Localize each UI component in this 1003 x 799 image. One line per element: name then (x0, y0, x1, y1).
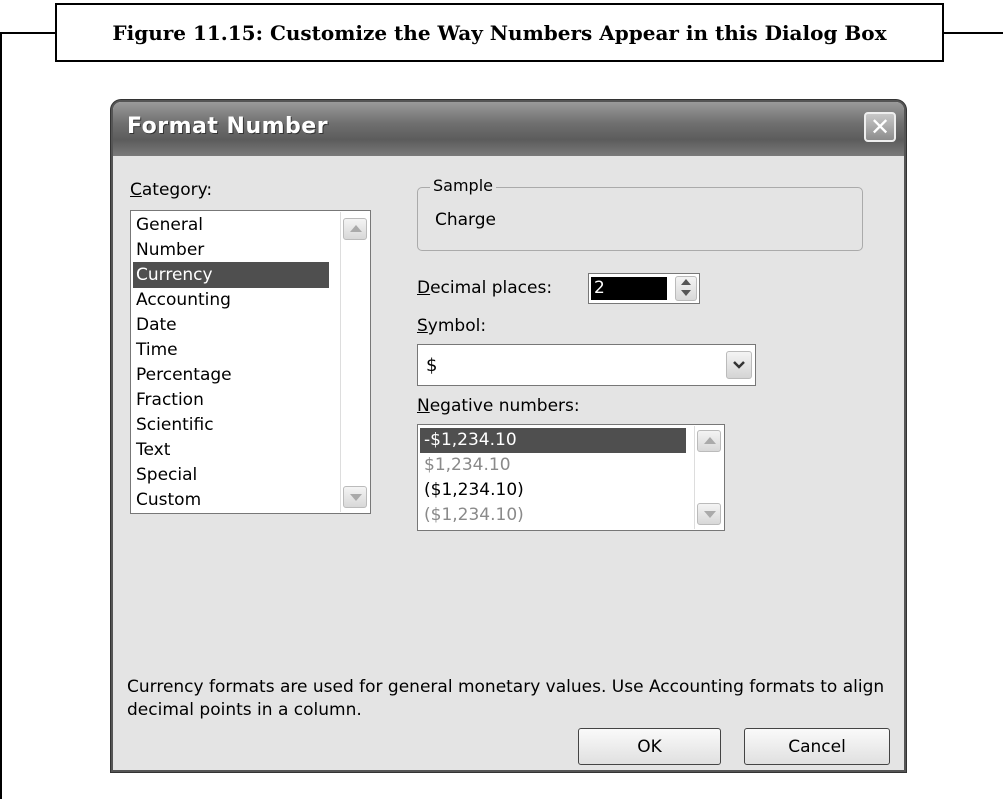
sample-group: Sample Charge (417, 176, 863, 251)
format-number-dialog: Format Number ✕ Category: General Number… (111, 100, 906, 772)
negative-numbers-list[interactable]: -$1,234.10 $1,234.10 ($1,234.10) ($1,234… (417, 424, 725, 531)
category-list[interactable]: General Number Currency Accounting Date … (130, 210, 371, 514)
arrow-down-icon (350, 494, 362, 501)
arrow-up-icon (704, 437, 716, 444)
category-item-scientific[interactable]: Scientific (133, 412, 329, 438)
sample-label: Sample (430, 176, 496, 195)
category-item-currency[interactable]: Currency (133, 262, 329, 288)
category-item-time[interactable]: Time (133, 337, 329, 363)
spin-down-icon[interactable] (681, 290, 691, 296)
negative-numbers-label: Negative numbers: (417, 396, 580, 416)
ok-button[interactable]: OK (578, 728, 721, 765)
category-scrollbar[interactable] (340, 212, 369, 512)
decimal-places-value[interactable]: 2 (591, 277, 667, 300)
scroll-up-button[interactable] (343, 218, 367, 240)
frame-left-line (0, 32, 56, 34)
dialog-title: Format Number (127, 114, 329, 139)
arrow-up-icon (350, 225, 362, 232)
category-item-number[interactable]: Number (133, 237, 329, 263)
decimal-places-label: Decimal places: (417, 278, 553, 298)
category-item-fraction[interactable]: Fraction (133, 387, 329, 413)
category-item-date[interactable]: Date (133, 312, 329, 338)
close-button[interactable]: ✕ (864, 112, 896, 142)
format-description: Currency formats are used for general mo… (127, 677, 885, 720)
category-item-percentage[interactable]: Percentage (133, 362, 329, 388)
category-item-special[interactable]: Special (133, 462, 329, 488)
category-item-accounting[interactable]: Accounting (133, 287, 329, 313)
close-icon: ✕ (869, 113, 891, 141)
negative-scroll-up-button[interactable] (697, 430, 721, 452)
negative-option-1[interactable]: -$1,234.10 (420, 428, 686, 453)
scroll-down-button[interactable] (343, 486, 367, 508)
dialog-content: Category: General Number Currency Accoun… (113, 156, 904, 770)
symbol-dropdown[interactable]: $ (417, 344, 756, 386)
symbol-dropdown-button[interactable] (726, 351, 752, 379)
spin-up-icon[interactable] (681, 279, 691, 285)
title-bar[interactable]: Format Number ✕ (113, 102, 904, 156)
negative-option-4[interactable]: ($1,234.10) (420, 503, 686, 528)
arrow-down-icon (704, 511, 716, 518)
negative-option-2[interactable]: $1,234.10 (420, 453, 686, 478)
symbol-value: $ (426, 355, 438, 376)
chevron-down-icon (733, 361, 745, 369)
symbol-label: Symbol: (417, 316, 487, 336)
category-item-text[interactable]: Text (133, 437, 329, 463)
category-label: Category: (130, 180, 213, 200)
figure-caption: Figure 11.15: Customize the Way Numbers … (55, 3, 944, 62)
category-item-custom[interactable]: Custom (133, 487, 329, 513)
negative-scroll-down-button[interactable] (697, 503, 721, 525)
frame-right-line (943, 32, 1003, 34)
decimal-spin-buttons[interactable] (675, 276, 697, 301)
negative-scrollbar[interactable] (694, 426, 723, 529)
sample-value: Charge (435, 210, 497, 230)
cancel-button[interactable]: Cancel (744, 728, 890, 765)
frame-left-vertical (0, 32, 2, 799)
decimal-places-stepper[interactable]: 2 (588, 273, 700, 304)
category-item-general[interactable]: General (133, 212, 329, 238)
negative-option-3[interactable]: ($1,234.10) (420, 478, 686, 503)
